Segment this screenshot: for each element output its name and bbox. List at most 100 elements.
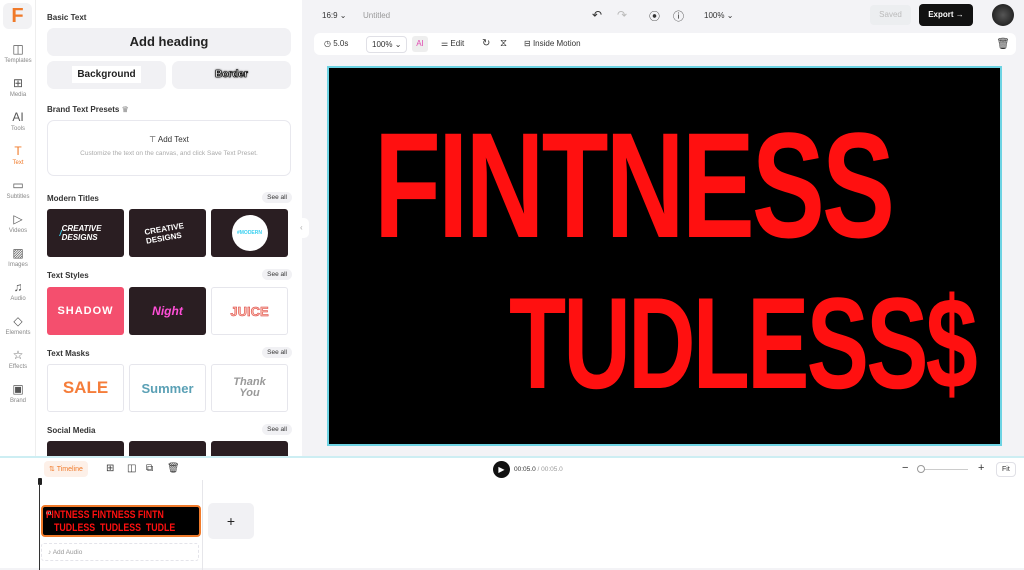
inside-motion-button[interactable]: ⊟ Inside Motion [524, 39, 581, 48]
play-button[interactable]: ▶ [493, 461, 510, 478]
sidebar-item-brand[interactable]: ▣ Brand [0, 382, 36, 404]
label: Border [215, 69, 248, 81]
video-canvas[interactable]: FINTNESS TUDLESS$ [327, 66, 1002, 446]
split-icon[interactable]: ◫ [127, 463, 136, 474]
label: Brand [9, 398, 26, 404]
label: Elements [5, 330, 31, 336]
ai-tools-icon: AI [12, 110, 24, 124]
undo-icon[interactable]: ↶ [592, 8, 602, 22]
collapse-panel-button[interactable]: ‹ [300, 218, 309, 238]
template-thumb[interactable]: / CREATIVE DESIGNS [47, 209, 124, 257]
duration-button[interactable]: ◷ 5.0s [324, 39, 348, 48]
canvas-text-line2[interactable]: TUDLESS$ [509, 278, 978, 408]
zoom-select[interactable]: 100% ⌄ [704, 11, 733, 20]
timeline-toggle[interactable]: ⇅ Timeline [44, 461, 88, 477]
elements-icon: ◇ [13, 314, 23, 328]
sidebar-item-effects[interactable]: ☆ Effects [0, 348, 36, 370]
preview-icon[interactable]: ⦿ [649, 8, 660, 24]
template-thumb[interactable]: #MODERN [211, 209, 288, 257]
brand-presets-heading: Brand Text Presets ♛ [47, 105, 129, 114]
saved-button[interactable]: Saved [870, 5, 911, 25]
app-logo[interactable]: F [3, 3, 32, 29]
add-audio-button[interactable]: ♪ Add Audio [41, 543, 199, 561]
add-clip-icon[interactable]: ⊞ [106, 463, 114, 474]
label: Media [9, 92, 27, 98]
scale-select[interactable]: 100% ⌄ [366, 36, 408, 53]
add-heading-button[interactable]: Add heading [47, 28, 291, 56]
aspect-ratio-select[interactable]: 16:9 ⌄ [322, 11, 347, 20]
brand-preset-box[interactable]: ⊤ Add Text Customize the text on the can… [47, 120, 291, 176]
canvas-text-line1[interactable]: FINTNESS [374, 110, 895, 260]
crown-icon: ♛ [121, 105, 129, 114]
edit-button[interactable]: ⚌ Edit [441, 39, 464, 48]
music-note-icon: ♪ [48, 549, 52, 556]
label: 5.0s [333, 39, 349, 48]
zoom-slider[interactable] [918, 469, 968, 470]
templates-icon: ◫ [12, 42, 24, 56]
sidebar-item-subtitles[interactable]: ▭ Subtitles [0, 178, 36, 200]
videos-icon: ▷ [13, 212, 23, 226]
ai-button[interactable]: AI [412, 36, 428, 52]
sidebar-item-templates[interactable]: ◫ Templates [0, 42, 36, 64]
text-panel: Basic Text Add heading Background Border… [36, 0, 302, 456]
sidebar-item-images[interactable]: ▨ Images [0, 246, 36, 268]
template-thumb[interactable] [47, 441, 124, 456]
template-thumb[interactable]: JUICE [211, 287, 288, 335]
sidebar-item-text[interactable]: T Text [0, 144, 36, 166]
playhead-line [39, 484, 40, 570]
label: Inside Motion [532, 39, 581, 48]
zoom-in-icon[interactable]: + [978, 462, 984, 474]
audio-icon: ♫ [13, 280, 23, 294]
see-all-button[interactable]: See all [262, 269, 292, 280]
see-all-button[interactable]: See all [262, 192, 292, 203]
help-icon[interactable]: ⓘ [673, 8, 684, 24]
template-thumb[interactable]: SALE [47, 364, 124, 412]
fit-button[interactable]: Fit [996, 462, 1016, 477]
export-button[interactable]: Export → [919, 4, 973, 26]
template-thumb[interactable]: Thank You [211, 364, 288, 412]
label: Effects [8, 364, 28, 370]
basic-text-heading: Basic Text [47, 13, 87, 22]
template-thumb[interactable]: Summer [129, 364, 206, 412]
template-thumb[interactable] [129, 441, 206, 456]
zoom-slider-handle[interactable] [917, 465, 925, 473]
add-clip-button[interactable]: + [208, 503, 254, 539]
template-thumb[interactable]: CREATIVE DESIGNS [129, 209, 206, 257]
add-text-button[interactable]: ⊤ Add Text [48, 135, 290, 144]
rotate-icon[interactable]: ↻ [482, 38, 490, 49]
label: CREATIVE DESIGNS [143, 221, 185, 246]
project-title[interactable]: Untitled [363, 11, 390, 20]
sidebar-item-media[interactable]: ⊞ Media [0, 76, 36, 98]
motion-icon: ⊟ [524, 39, 531, 48]
avatar[interactable] [992, 4, 1014, 26]
border-text-button[interactable]: Border [172, 61, 291, 89]
redo-icon[interactable]: ↷ [617, 8, 627, 22]
top-bar: 16:9 ⌄ Untitled ↶ ↷ ⦿ ⓘ 100% ⌄ Saved Exp… [302, 0, 1024, 30]
sidebar-item-tools[interactable]: AI Tools [0, 110, 36, 132]
video-clip[interactable]: 01 FINTNESS FINTNESS FINTN TUDLESS TUDLESS… [41, 505, 201, 537]
zoom-out-icon[interactable]: − [902, 462, 908, 474]
background-text-button[interactable]: Background [47, 61, 166, 89]
template-thumb[interactable] [211, 441, 288, 456]
sidebar-item-videos[interactable]: ▷ Videos [0, 212, 36, 234]
subtitles-icon: ▭ [12, 178, 24, 192]
template-thumb[interactable]: SHADOW [47, 287, 124, 335]
total-time: / 00:05.0 [537, 466, 563, 473]
sidebar-item-audio[interactable]: ♫ Audio [0, 280, 36, 302]
text-masks-heading: Text Masks [47, 349, 90, 358]
effects-icon: ☆ [12, 348, 24, 362]
text-icon: T [14, 144, 22, 158]
see-all-button[interactable]: See all [262, 424, 292, 435]
duplicate-icon[interactable]: ⧉ [146, 463, 153, 474]
delete-clip-icon[interactable]: 🗑 [167, 463, 180, 474]
text-styles-heading: Text Styles [47, 271, 89, 280]
delete-icon[interactable]: 🗑 [996, 37, 1010, 50]
sidebar-item-elements[interactable]: ◇ Elements [0, 314, 36, 336]
label: Brand Text Presets [47, 105, 120, 114]
template-thumb[interactable]: Night [129, 287, 206, 335]
label: Background [72, 66, 141, 83]
see-all-button[interactable]: See all [262, 347, 292, 358]
social-media-heading: Social Media [47, 426, 96, 435]
track-end-divider [202, 480, 203, 570]
flip-icon[interactable]: ⧖ [500, 38, 507, 49]
